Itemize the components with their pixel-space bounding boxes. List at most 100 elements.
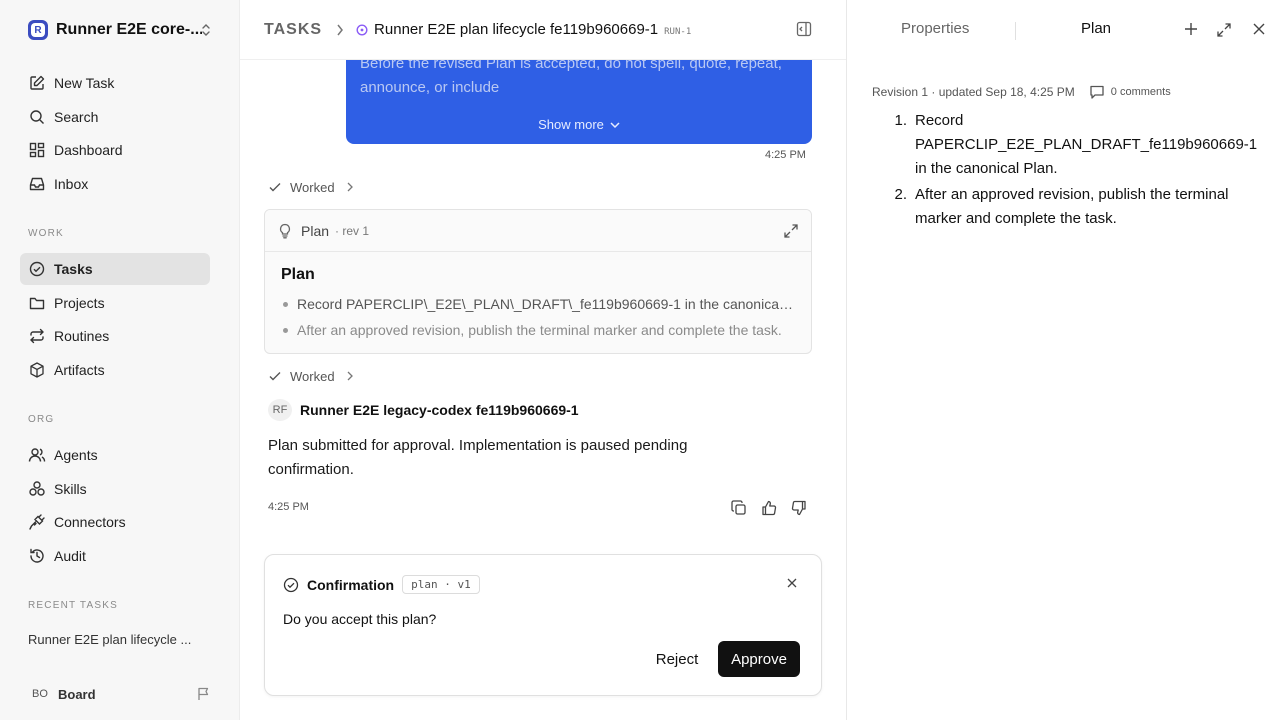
nav-routines[interactable]: Routines (20, 320, 210, 352)
thumbs-up-button[interactable] (754, 498, 784, 518)
nav-label: Connectors (54, 514, 126, 530)
thumbs-down-button[interactable] (784, 498, 814, 518)
plan-revision-meta: Revision 1 · updated Sep 18, 4:25 PM 0 c… (872, 84, 1171, 100)
agent-header: RF Runner E2E legacy-codex fe119b960669-… (268, 399, 579, 421)
nav-label: Search (54, 109, 99, 125)
edit-icon (30, 75, 45, 90)
nav-label: Inbox (54, 176, 89, 192)
section-label-work: WORK (28, 228, 64, 239)
approve-button[interactable]: Approve (718, 641, 800, 677)
panel-toggle-icon[interactable] (796, 21, 812, 37)
nav-label: Artifacts (54, 362, 105, 378)
workspace-logo-icon: R (28, 20, 48, 40)
board-label: Board (58, 686, 96, 702)
nav-new-task[interactable]: New Task (20, 67, 210, 99)
thumbs-down-icon (791, 500, 806, 516)
nav-audit[interactable]: Audit (20, 540, 210, 572)
skills-icon (29, 481, 45, 496)
plus-icon[interactable] (1184, 22, 1198, 36)
reject-button[interactable]: Reject (645, 641, 709, 677)
worked-label: Worked (290, 368, 335, 384)
user-message-text: Before the revised Plan is accepted, do … (360, 60, 782, 96)
nav-projects[interactable]: Projects (20, 287, 210, 319)
nav-skills[interactable]: Skills (20, 473, 210, 505)
chevron-right-icon (347, 182, 353, 192)
plan-card-body: Plan Record PAPERCLIP\_E2E\_PLAN\_DRAFT\… (265, 252, 811, 346)
nav-inbox[interactable]: Inbox (20, 168, 210, 200)
agent-name: Runner E2E legacy-codex fe119b960669-1 (300, 402, 579, 418)
list-number: 1. (894, 112, 907, 129)
nav-label: Audit (54, 548, 86, 564)
copy-button[interactable] (724, 498, 754, 518)
plan-card-title: Plan (301, 222, 330, 239)
plan-card[interactable]: Plan · rev 1 Plan Record PAPERCLIP\_E2E\… (264, 209, 812, 354)
thumbs-up-icon (762, 500, 777, 516)
confirmation-header: Confirmation plan · v1 (283, 575, 480, 594)
user-message-bubble: Before the revised Plan is accepted, do … (346, 60, 812, 144)
nav-tasks[interactable]: Tasks (20, 253, 210, 285)
nav-label: Routines (54, 328, 110, 344)
dashboard-icon (29, 142, 45, 158)
workspace-switcher[interactable]: R Runner E2E core-... (28, 18, 218, 42)
list-number: 2. (894, 186, 907, 203)
message-timestamp: 4:25 PM (268, 501, 309, 513)
list-item: 1. Record PAPERCLIP_E2E_PLAN_DRAFT_fe119… (887, 109, 1267, 181)
worked-label: Worked (290, 179, 335, 195)
nav-dashboard[interactable]: Dashboard (20, 134, 210, 166)
confirmation-tag: plan · v1 (402, 575, 480, 594)
section-label-recent: RECENT TASKS (28, 600, 118, 611)
search-icon (30, 110, 44, 124)
plan-card-item: After an approved revision, publish the … (281, 320, 795, 346)
box-icon (30, 362, 44, 378)
board-switcher[interactable]: BO Board (28, 682, 218, 706)
comments-count: 0 comments (1110, 86, 1171, 98)
comment-icon (1090, 85, 1104, 99)
confirmation-card: Confirmation plan · v1 Do you accept thi… (264, 554, 822, 696)
status-circle-icon[interactable] (356, 23, 368, 36)
check-circle-icon (283, 577, 299, 592)
nav-label: Dashboard (54, 142, 123, 158)
repeat-icon (30, 328, 44, 344)
history-icon (30, 548, 44, 563)
comments-link[interactable]: 0 comments (1089, 84, 1171, 100)
show-more-button[interactable]: Show more (346, 117, 812, 132)
recent-task-item[interactable]: Runner E2E plan lifecycle ... (28, 632, 208, 647)
worked-toggle[interactable]: Worked (268, 178, 353, 196)
tab-plan[interactable]: Plan (1081, 20, 1111, 37)
expand-icon[interactable] (783, 223, 799, 239)
nav-connectors[interactable]: Connectors (20, 506, 210, 538)
avatar: BO (32, 688, 48, 700)
chevron-right-icon (347, 371, 353, 381)
list-item: 2. After an approved revision, publish t… (887, 183, 1267, 231)
expand-icon[interactable] (1216, 22, 1232, 38)
chevron-down-icon (610, 121, 620, 128)
page-title: Runner E2E plan lifecycle fe119b960669-1 (374, 21, 659, 38)
worked-toggle[interactable]: Worked (268, 367, 353, 385)
lightbulb-icon (279, 223, 291, 238)
workspace-initial: R (31, 23, 45, 37)
close-icon[interactable] (787, 578, 797, 588)
tab-properties[interactable]: Properties (901, 20, 969, 37)
check-icon (269, 372, 281, 381)
plan-item-text: After an approved revision, publish the … (915, 186, 1229, 227)
workspace-name: Runner E2E core-... (56, 21, 202, 38)
folder-icon (29, 297, 45, 310)
chevron-right-icon (337, 24, 344, 35)
nav-artifacts[interactable]: Artifacts (20, 354, 210, 386)
run-tag: RUN-1 (664, 26, 692, 37)
confirmation-question: Do you accept this plan? (283, 611, 437, 627)
close-icon[interactable] (1253, 23, 1265, 35)
message-actions (724, 498, 814, 518)
revision-info: Revision 1 · updated Sep 18, 4:25 PM (872, 85, 1075, 99)
check-icon (269, 183, 281, 192)
breadcrumb-tasks[interactable]: TASKS (264, 21, 322, 39)
nav-label: Tasks (54, 261, 93, 277)
check-circle-icon (29, 261, 45, 277)
sidebar: R Runner E2E core-... New Task Search Da… (0, 0, 240, 720)
nav-agents[interactable]: Agents (20, 439, 210, 471)
task-header: TASKS Runner E2E plan lifecycle fe119b96… (240, 0, 846, 60)
nav-label: Skills (54, 481, 87, 497)
show-more-label: Show more (538, 117, 604, 132)
flag-icon[interactable] (196, 686, 212, 702)
nav-search[interactable]: Search (20, 101, 210, 133)
